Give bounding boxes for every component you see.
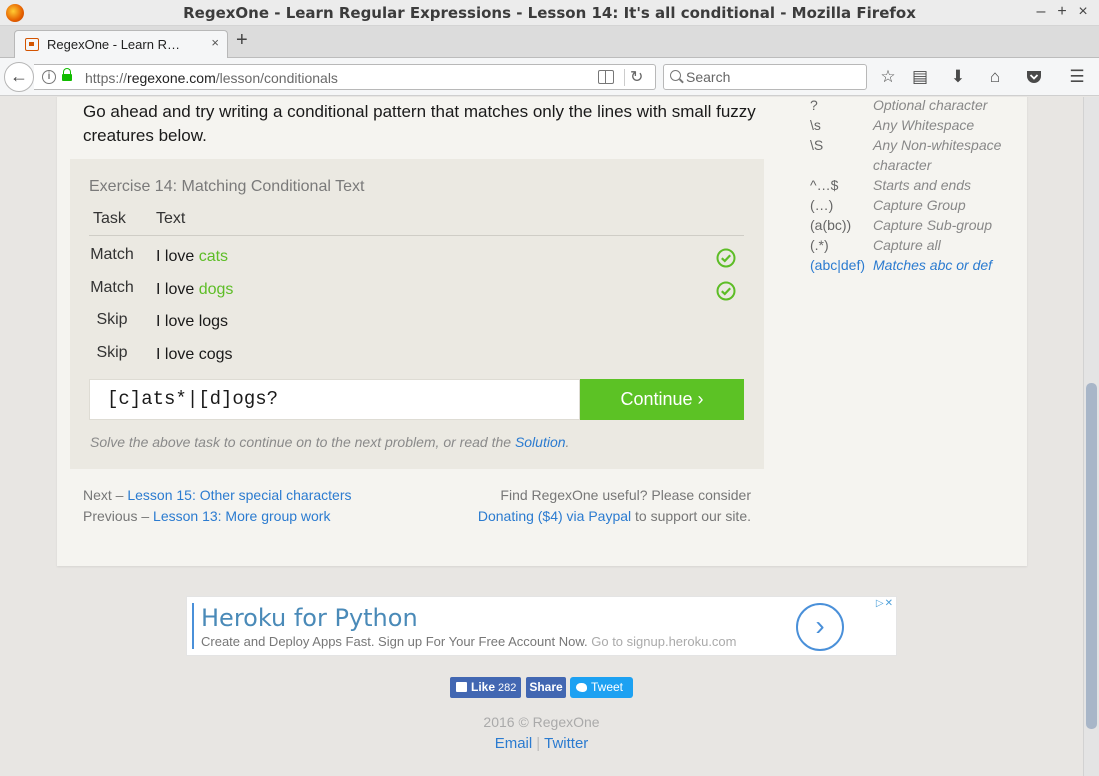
row-task-label: Skip <box>96 311 128 328</box>
twitter-link[interactable]: Twitter <box>544 735 588 752</box>
tab-regexone[interactable]: RegexOne - Learn R… × <box>14 30 228 58</box>
new-tab-button[interactable]: + <box>236 30 248 50</box>
search-input[interactable] <box>686 68 856 86</box>
reader-view-icon[interactable] <box>598 70 614 84</box>
ad-title[interactable]: Heroku for Python <box>201 604 418 632</box>
thumbs-up-icon <box>456 682 467 692</box>
cheatsheet-row: ? Optional character <box>810 97 988 113</box>
cheatsheet-row: (…) Capture Group <box>810 197 966 213</box>
column-header-text: Text <box>156 210 186 227</box>
exercise-panel: Exercise 14: Matching Conditional Text T… <box>70 159 764 469</box>
row-task-label: Skip <box>96 344 128 361</box>
lesson-navigation: Next – Lesson 15: Other special characte… <box>83 487 352 524</box>
column-header-task: Task <box>93 210 126 227</box>
ad-subtitle: Create and Deploy Apps Fast. Sign up For… <box>201 634 737 649</box>
row-task-label: Match <box>90 279 134 296</box>
reload-icon[interactable]: ↻ <box>630 67 643 87</box>
donate-link[interactable]: Donating ($4) via Paypal <box>478 508 631 524</box>
cheatsheet-row: (.*) Capture all <box>810 237 941 253</box>
cheatsheet-row: \s Any Whitespace <box>810 117 975 133</box>
like-count: 282 <box>498 682 517 694</box>
continue-button[interactable]: Continue › <box>580 379 744 420</box>
minimize-button[interactable]: – <box>1031 3 1051 21</box>
navigation-toolbar: ← i https://regexone.com/lesson/conditio… <box>0 58 1099 96</box>
scrollbar-thumb[interactable] <box>1086 383 1097 729</box>
row-text: I love dogs <box>156 281 234 298</box>
lesson-card: Go ahead and try writing a conditional p… <box>57 97 1027 566</box>
copyright: 2016 © RegexOne <box>483 714 600 730</box>
regex-answer-input[interactable]: [c]ats*|[d]ogs? <box>89 379 580 420</box>
cheatsheet-row-current[interactable]: (abc|def) Matches abc or def <box>810 255 1010 275</box>
menu-icon[interactable]: ☰ <box>1066 67 1088 89</box>
ad-arrow-icon[interactable]: › <box>796 603 844 651</box>
previous-lesson-link[interactable]: Lesson 13: More group work <box>153 508 330 524</box>
home-icon[interactable]: ⌂ <box>984 67 1006 89</box>
ad-accent-bar <box>192 603 194 649</box>
facebook-share-button[interactable]: Share <box>526 677 566 698</box>
close-window-button[interactable]: × <box>1073 3 1093 21</box>
regexone-favicon-icon <box>25 38 39 51</box>
cheatsheet-row: (a(bc)) Capture Sub-group <box>810 217 993 233</box>
footer-links: Email | Twitter <box>494 735 589 752</box>
solution-link[interactable]: Solution <box>515 434 566 450</box>
heroku-ad-banner[interactable]: Heroku for Python Create and Deploy Apps… <box>186 596 897 656</box>
row-text: I love cogs <box>156 346 233 363</box>
row-text: I love cats <box>156 248 229 265</box>
tab-strip: RegexOne - Learn R… × <box>0 26 1099 58</box>
page-scrollbar[interactable] <box>1083 97 1099 776</box>
download-icon[interactable]: ⬇ <box>947 67 969 89</box>
header-divider <box>89 235 744 236</box>
page-viewport: Go ahead and try writing a conditional p… <box>0 97 1083 776</box>
donate-note: Find RegexOne useful? Please consider Do… <box>477 487 751 524</box>
next-lesson-link[interactable]: Lesson 15: Other special characters <box>127 487 351 503</box>
adchoices-icon[interactable]: ▷✕ <box>876 598 894 609</box>
matched-text: cats <box>198 248 229 265</box>
row-text: I love logs <box>156 313 229 330</box>
regex-cheatsheet: ? Optional character \s Any Whitespace \S A… <box>810 97 1010 275</box>
url-bar-separator <box>624 69 625 86</box>
url-bar[interactable]: i https://regexone.com/lesson/conditiona… <box>34 64 656 90</box>
tweet-button[interactable]: Tweet <box>570 677 633 698</box>
cheatsheet-row: \S Any Non-whitespace character <box>810 137 1002 173</box>
solve-note: Solve the above task to continue on to t… <box>90 434 570 450</box>
email-link[interactable]: Email <box>495 735 533 752</box>
twitter-bird-icon <box>576 683 587 692</box>
matched-text: dogs <box>198 281 234 298</box>
search-icon <box>670 70 681 81</box>
bookmark-star-icon[interactable]: ☆ <box>877 67 899 89</box>
back-icon: ← <box>10 66 28 86</box>
info-icon[interactable]: i <box>42 70 56 84</box>
tab-close-icon[interactable]: × <box>211 35 219 50</box>
row-task-label: Match <box>90 246 134 263</box>
search-bar[interactable] <box>663 64 867 90</box>
lock-icon[interactable] <box>62 68 72 82</box>
facebook-like-button[interactable]: Like 282 <box>450 677 521 698</box>
exercise-title: Exercise 14: Matching Conditional Text <box>89 178 365 195</box>
window-titlebar: RegexOne - Learn Regular Expressions - L… <box>0 0 1099 26</box>
tab-label: RegexOne - Learn R… <box>47 37 180 52</box>
reading-list-icon[interactable]: ▤ <box>909 67 931 89</box>
lesson-intro: Go ahead and try writing a conditional p… <box>83 102 756 145</box>
check-circle-icon <box>716 248 736 268</box>
url-text[interactable]: https://regexone.com/lesson/conditionals <box>85 70 338 86</box>
pocket-icon[interactable] <box>1023 67 1045 89</box>
check-circle-icon <box>716 281 736 301</box>
window-title: RegexOne - Learn Regular Expressions - L… <box>183 4 916 22</box>
maximize-button[interactable]: + <box>1052 3 1072 21</box>
cheatsheet-row: ^…$ Starts and ends <box>810 177 972 193</box>
back-button[interactable]: ← <box>4 62 34 92</box>
